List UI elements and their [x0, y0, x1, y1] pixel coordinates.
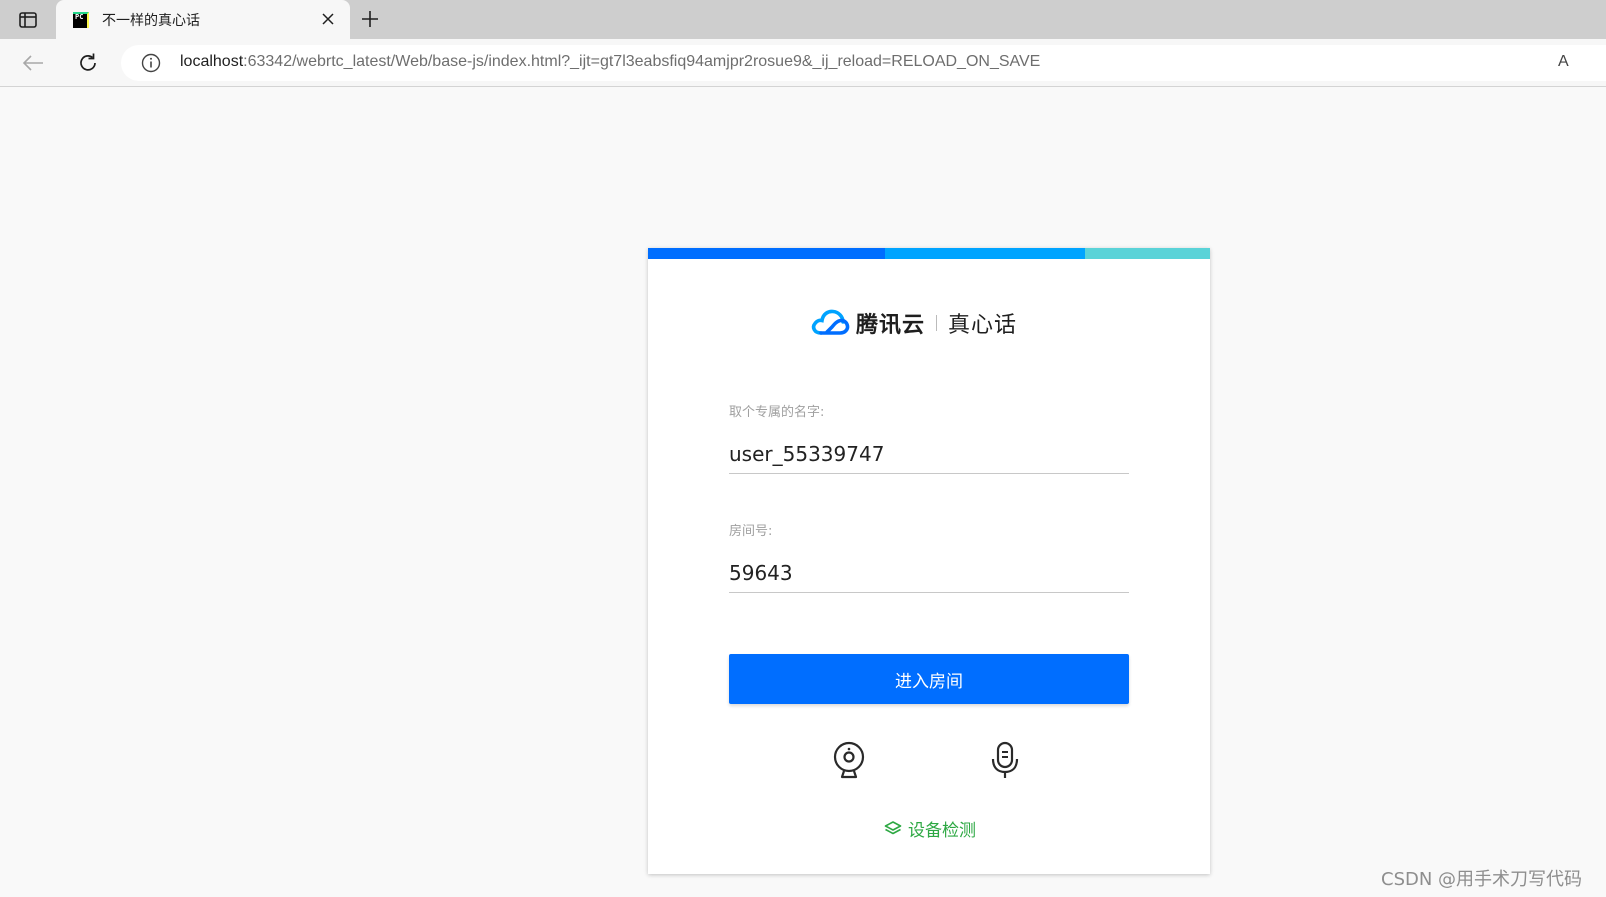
username-field: 取个专属的名字: — [729, 401, 1129, 474]
reader-mode-button[interactable]: A — [1558, 53, 1569, 71]
browser-tab[interactable]: PC 不一样的真心话 — [56, 0, 350, 39]
tencent-cloud-icon — [811, 309, 850, 335]
tab-actions-icon — [19, 11, 37, 28]
microphone-button[interactable] — [987, 741, 1023, 781]
accent-segment-3 — [1085, 248, 1210, 259]
close-icon — [322, 13, 334, 25]
browser-toolbar: localhost:63342/webrtc_latest/Web/base-j… — [0, 39, 1606, 87]
tab-close-button[interactable] — [318, 9, 338, 29]
logo-product: 真心话 — [948, 313, 1018, 338]
logo: 腾讯云 真心话 — [810, 305, 1017, 341]
microphone-icon — [991, 741, 1019, 778]
room-input[interactable] — [729, 553, 1129, 593]
tab-bar: PC 不一样的真心话 — [0, 0, 1606, 39]
url-host: localhost — [180, 53, 244, 70]
layers-icon — [884, 821, 902, 835]
tab-actions-button[interactable] — [0, 0, 56, 39]
room-field: 房间号: — [729, 520, 1129, 593]
logo-divider — [936, 315, 938, 331]
refresh-button[interactable] — [75, 50, 101, 76]
accent-segment-2 — [885, 248, 1085, 259]
username-label: 取个专属的名字: — [729, 405, 825, 420]
new-tab-button[interactable] — [359, 8, 381, 30]
card-accent-bar — [648, 248, 1210, 259]
logo-brand: 腾讯云 — [856, 313, 926, 338]
camera-button[interactable] — [831, 741, 867, 781]
username-input[interactable] — [729, 434, 1129, 474]
login-card: 腾讯云 真心话 取个专属的名字: 房间号: 进入房间 — [648, 248, 1210, 874]
enter-room-button[interactable]: 进入房间 — [729, 654, 1129, 704]
back-arrow-icon — [22, 55, 43, 71]
info-icon[interactable] — [141, 53, 161, 73]
accent-segment-1 — [648, 248, 885, 259]
pycharm-icon: PC — [73, 12, 89, 28]
url-text[interactable]: localhost:63342/webrtc_latest/Web/base-j… — [180, 53, 1040, 71]
device-check-label: 设备检测 — [908, 820, 976, 841]
room-label: 房间号: — [729, 524, 773, 539]
url-path: :63342/webrtc_latest/Web/base-js/index.h… — [243, 53, 1041, 70]
camera-icon — [833, 741, 865, 779]
page: 腾讯云 真心话 取个专属的名字: 房间号: 进入房间 — [0, 87, 1606, 897]
plus-icon — [362, 11, 378, 27]
back-button[interactable] — [20, 50, 46, 76]
refresh-icon — [80, 53, 96, 71]
tab-title: 不一样的真心话 — [102, 13, 200, 29]
address-bar[interactable]: localhost:63342/webrtc_latest/Web/base-j… — [121, 45, 1606, 81]
watermark: CSDN @用手术刀写代码 — [1381, 869, 1583, 890]
device-check-link[interactable]: 设备检测 — [884, 816, 976, 841]
